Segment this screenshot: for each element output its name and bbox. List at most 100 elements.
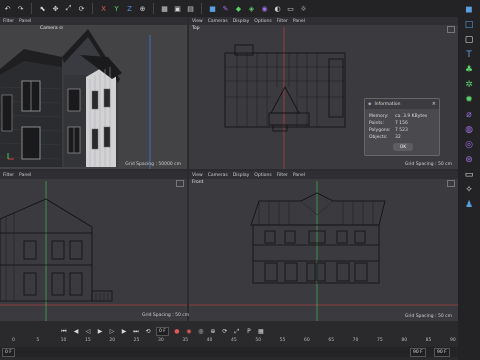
timeline-tick-label: 40 <box>206 338 213 343</box>
z-axis-icon[interactable]: Z <box>125 4 134 13</box>
start-frame-field[interactable]: 0 F <box>2 348 15 357</box>
min-frame-field[interactable]: 90 F <box>410 348 426 357</box>
side-wireframe <box>0 181 187 321</box>
polygons-label: Polygons: <box>369 128 391 133</box>
prev-frame-icon[interactable]: ◁ <box>84 328 92 336</box>
timeline-ruler[interactable]: 0 5 10 15 20 25 30 35 40 45 50 55 60 65 70 75 80 85 90 <box>0 338 458 346</box>
timeline-tick-label: 80 <box>401 338 408 343</box>
timeline-tick-label: 90 <box>450 338 456 343</box>
text-icon[interactable]: T <box>463 49 475 61</box>
light-icon[interactable]: ▢ <box>463 34 475 46</box>
front-viewport[interactable]: View Cameras Display Options Filter Pane… <box>189 171 458 321</box>
timeline-tick-label: 45 <box>231 338 237 343</box>
loop-icon[interactable]: ⟲ <box>144 328 152 336</box>
timeline-tick-label: 20 <box>109 338 116 343</box>
main-toolbar: ↶ ↷ ⬉ ✥ ⤢ ⟳ X Y Z ⊕ ▦ ▣ ▤ ■ ✎ ◆ ◈ ◉ ◐ ▭ … <box>0 0 458 17</box>
go-to-end-icon[interactable]: ⏭ <box>132 328 140 336</box>
grid-spacing-label: Grid Spacing : 50000 cm <box>125 162 181 167</box>
move-icon[interactable]: ✥ <box>51 4 60 13</box>
tree-icon[interactable]: ♣ <box>463 64 475 76</box>
ok-button[interactable]: OK <box>393 143 413 151</box>
close-icon[interactable]: × <box>432 101 436 107</box>
memory-label: Memory: <box>369 114 389 119</box>
perspective-viewport[interactable]: Filter Panel Camera ⊙ Grid Spacing: 500… <box>0 17 187 169</box>
timeline-tick-label: 70 <box>352 338 359 343</box>
select-icon[interactable]: ⬉ <box>38 4 47 13</box>
square-icon[interactable]: □ <box>463 19 475 31</box>
coordinate-icon[interactable]: ⊕ <box>138 4 147 13</box>
house-render <box>0 29 151 169</box>
dialog-title-bar: ◆ Information <box>365 99 439 109</box>
toolbar-divider <box>153 3 154 14</box>
information-dialog: ◆ Information × Memory: ca. 3.9 KBytes P… <box>364 98 440 156</box>
light-icon[interactable]: ☼ <box>299 4 308 13</box>
play-icon[interactable]: ▶ <box>96 328 104 336</box>
timeline-tick-label: 75 <box>377 338 383 343</box>
deformer-icon[interactable]: ◉ <box>260 4 269 13</box>
pen-icon[interactable]: ✎ <box>221 4 230 13</box>
playback-controls: ⏮ ◀ ◁ ▶ ▷ ▶ ⏭ ⟲ 0 F ● ◉ ◎ ⊕ ⟳ ⤢ P ▦ <box>60 327 265 336</box>
render-view-icon[interactable]: ▦ <box>160 4 169 13</box>
rig-icon[interactable]: ♟ <box>463 199 475 211</box>
memory-value: ca. 3.9 KBytes <box>395 114 428 119</box>
cube-icon[interactable]: ■ <box>208 4 217 13</box>
y-axis-icon[interactable]: Y <box>112 4 121 13</box>
tag-icon[interactable]: ⌀ <box>463 109 475 121</box>
cloner-icon[interactable]: ◈ <box>247 4 256 13</box>
timeline-tick-label: 85 <box>425 338 432 343</box>
render-settings-icon[interactable]: ▤ <box>186 4 195 13</box>
timeline-tick-label: 60 <box>304 338 310 343</box>
timeline-tick-label: 10 <box>60 338 67 343</box>
network-icon[interactable]: ⊛ <box>463 154 475 166</box>
timeline-tick-label: 0 <box>12 338 15 343</box>
rotate-key-icon[interactable]: ⟳ <box>221 328 229 336</box>
rotate-icon[interactable]: ⟳ <box>77 4 86 13</box>
prev-key-icon[interactable]: ◀ <box>72 328 80 336</box>
grid-key-icon[interactable]: ▦ <box>257 328 265 336</box>
param-key-icon[interactable]: P <box>245 328 253 336</box>
undo-icon[interactable]: ↶ <box>3 4 12 13</box>
scale-key-icon[interactable]: ⤢ <box>233 328 241 336</box>
sphere-icon[interactable]: ◎ <box>463 139 475 151</box>
x-axis-icon[interactable]: X <box>99 4 108 13</box>
dialog-title: Information <box>374 101 401 107</box>
next-key-icon[interactable]: ▶ <box>120 328 128 336</box>
go-to-start-icon[interactable]: ⏮ <box>60 328 68 336</box>
toolbar-divider <box>92 3 93 14</box>
right-viewport[interactable]: Filter Panel <box>0 171 187 321</box>
timeline-panel: ⏮ ◀ ◁ ▶ ▷ ▶ ⏭ ⟲ 0 F ● ◉ ◎ ⊕ ⟳ ⤢ P ▦ 0 5 10… <box>0 322 458 360</box>
timeline-tick-label: 30 <box>158 338 164 343</box>
front-wireframe <box>189 181 458 321</box>
camera-icon[interactable]: ▭ <box>286 4 295 13</box>
gear-icon[interactable]: ✲ <box>463 79 475 91</box>
points-value: 7 156 <box>395 121 408 126</box>
timeline-tick-label: 15 <box>85 338 91 343</box>
redo-icon[interactable]: ↷ <box>16 4 25 13</box>
toolbar-divider <box>31 3 32 14</box>
grid-spacing-label: Grid Spacing : 50 cm <box>404 162 452 167</box>
camera-icon[interactable]: ▭ <box>463 169 475 181</box>
objects-label: Objects: <box>369 135 388 140</box>
next-frame-icon[interactable]: ▷ <box>108 328 116 336</box>
scene-icon[interactable]: ◍ <box>463 124 475 136</box>
timeline-tick-label: 55 <box>279 338 286 343</box>
atom-icon[interactable]: ✹ <box>463 94 475 106</box>
timeline-tick-label: 65 <box>328 338 335 343</box>
keyframe-icon[interactable]: ◎ <box>197 328 205 336</box>
scale-icon[interactable]: ⤢ <box>64 4 73 13</box>
points-label: Points: <box>369 121 385 126</box>
cube-icon[interactable]: ◼ <box>463 4 475 16</box>
scene-icon[interactable]: ◐ <box>273 4 282 13</box>
end-frame-field[interactable]: 90 F <box>434 348 450 357</box>
toolbar-divider <box>201 3 202 14</box>
record-icon[interactable]: ● <box>173 328 181 336</box>
render-icon[interactable]: ▣ <box>173 4 182 13</box>
move-key-icon[interactable]: ⊕ <box>209 328 217 336</box>
light-bulb-icon[interactable]: ✧ <box>463 184 475 196</box>
autokey-icon[interactable]: ◉ <box>185 328 193 336</box>
current-frame-field[interactable]: 0 F <box>156 327 169 336</box>
polygons-value: 7 523 <box>395 128 408 133</box>
subdivision-icon[interactable]: ◆ <box>234 4 243 13</box>
grid-spacing-label: Grid Spacing : 50 cm <box>404 314 452 319</box>
frame-range-bar[interactable]: 0 F 90 F 90 F <box>0 347 458 357</box>
